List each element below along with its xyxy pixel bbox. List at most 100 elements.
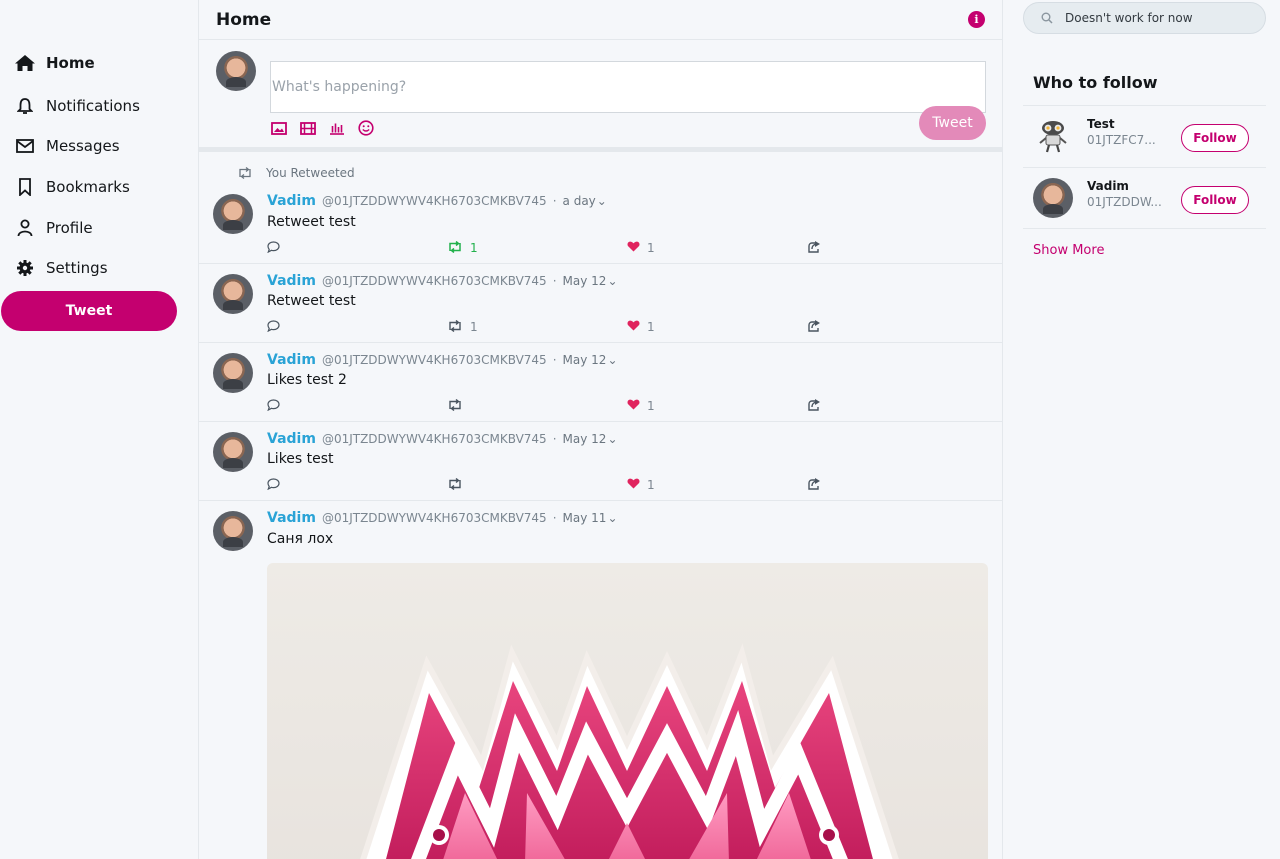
sidebar-item-home[interactable]: Home	[14, 51, 95, 75]
tweet-header: Vadim @01JTZDDWYWV4KH6703CMKBV745 · May …	[267, 431, 618, 447]
envelope-icon	[14, 139, 36, 153]
who-to-follow-list: Test 01JTZFC7... Follow Vadim 01JTZDDW..…	[1023, 105, 1266, 258]
bookmark-icon	[14, 178, 36, 196]
main-column: Home i Tweet You Retweeted Vadim @01JTZD…	[198, 0, 1003, 859]
heart-icon	[627, 320, 640, 334]
sidebar-tweet-button[interactable]: Tweet	[1, 291, 177, 331]
comment-icon	[267, 477, 280, 493]
tweet-item[interactable]: Vadim @01JTZDDWYWV4KH6703CMKBV745 · May …	[199, 264, 1002, 343]
robot-avatar[interactable]	[1033, 116, 1073, 156]
page-title: Home	[216, 9, 272, 30]
tweet-author[interactable]: Vadim	[267, 352, 316, 368]
emoji-icon[interactable]	[357, 120, 374, 136]
chevron-down-icon[interactable]: ⌄	[607, 432, 617, 446]
retweet-button[interactable]	[447, 477, 463, 493]
compose-tweet-button[interactable]: Tweet	[919, 106, 986, 140]
tweet-header: Vadim @01JTZDDWYWV4KH6703CMKBV745 · May …	[267, 510, 618, 526]
comment-icon	[267, 240, 280, 256]
avatar[interactable]	[213, 194, 253, 234]
info-icon[interactable]: i	[968, 11, 985, 28]
retweet-button[interactable]: 1	[447, 319, 478, 335]
follow-handle: 01JTZDDW...	[1087, 195, 1162, 209]
sidebar-item-notifications[interactable]: Notifications	[14, 94, 140, 118]
search-input[interactable]	[1065, 11, 1245, 25]
follow-button[interactable]: Follow	[1181, 124, 1249, 152]
tweet-author[interactable]: Vadim	[267, 510, 316, 526]
home-icon	[14, 54, 36, 72]
like-button[interactable]: 1	[627, 241, 655, 255]
reply-button[interactable]	[267, 398, 280, 414]
tweet-handle: @01JTZDDWYWV4KH6703CMKBV745	[321, 432, 547, 446]
tweet-text: Retweet test	[267, 293, 356, 309]
reply-button[interactable]	[267, 240, 280, 256]
tweet-text: Likes test	[267, 451, 334, 467]
right-sidebar: Who to follow Test 01JTZFC7... Follow Va…	[1003, 0, 1280, 859]
like-button[interactable]: 1	[627, 320, 655, 334]
avatar[interactable]	[213, 432, 253, 472]
share-button[interactable]	[807, 477, 821, 493]
share-icon	[807, 398, 821, 414]
tweet-handle: @01JTZDDWYWV4KH6703CMKBV745	[321, 194, 547, 208]
like-button[interactable]: 1	[627, 478, 655, 492]
follow-button[interactable]: Follow	[1181, 186, 1249, 214]
follow-suggestion: Test 01JTZFC7... Follow	[1023, 105, 1266, 167]
retweet-icon	[239, 167, 251, 179]
show-more-link[interactable]: Show More	[1033, 243, 1104, 258]
like-button[interactable]: 1	[627, 399, 655, 413]
sidebar-item-profile[interactable]: Profile	[14, 216, 93, 240]
crown-logo-image	[360, 643, 899, 859]
chevron-down-icon[interactable]: ⌄	[607, 274, 617, 288]
tweet-handle: @01JTZDDWYWV4KH6703CMKBV745	[321, 274, 547, 288]
poll-icon[interactable]	[328, 120, 345, 136]
image-icon[interactable]	[270, 120, 287, 136]
avatar	[216, 51, 256, 91]
tweet-time: May 12	[562, 432, 607, 446]
sidebar-item-bookmarks[interactable]: Bookmarks	[14, 175, 130, 199]
comment-icon	[267, 398, 280, 414]
reply-button[interactable]	[267, 319, 280, 335]
retweet-button[interactable]	[447, 398, 463, 414]
tweet-handle: @01JTZDDWYWV4KH6703CMKBV745	[321, 511, 547, 525]
follow-handle: 01JTZFC7...	[1087, 133, 1156, 147]
chevron-down-icon[interactable]: ⌄	[607, 511, 617, 525]
gear-icon	[14, 259, 36, 277]
heart-icon	[627, 399, 640, 413]
tweet-header: Vadim @01JTZDDWYWV4KH6703CMKBV745 · May …	[267, 352, 618, 368]
chevron-down-icon[interactable]: ⌄	[597, 194, 607, 208]
follow-name[interactable]: Vadim	[1087, 179, 1129, 193]
sidebar-item-settings[interactable]: Settings	[14, 256, 108, 280]
tweet-author[interactable]: Vadim	[267, 193, 316, 209]
share-button[interactable]	[807, 240, 821, 256]
tweet-item[interactable]: Vadim @01JTZDDWYWV4KH6703CMKBV745 · May …	[199, 501, 1002, 859]
retweet-icon	[447, 319, 463, 335]
bell-icon	[14, 97, 36, 115]
retweet-icon	[447, 398, 463, 414]
retweet-icon	[447, 240, 463, 256]
chevron-down-icon[interactable]: ⌄	[607, 353, 617, 367]
avatar[interactable]	[213, 511, 253, 551]
share-button[interactable]	[807, 398, 821, 414]
tweet-text: Саня лох	[267, 531, 334, 547]
tweet-text: Retweet test	[267, 214, 356, 230]
avatar[interactable]	[213, 353, 253, 393]
sidebar-item-label: Notifications	[46, 97, 140, 115]
retweet-button[interactable]: 1	[447, 240, 478, 256]
share-icon	[807, 477, 821, 493]
tweet-image[interactable]	[267, 563, 988, 859]
tweet-item[interactable]: Vadim @01JTZDDWYWV4KH6703CMKBV745 · May …	[199, 343, 1002, 422]
tweet-item[interactable]: Vadim @01JTZDDWYWV4KH6703CMKBV745 · May …	[199, 422, 1002, 501]
tweet-time: a day	[562, 194, 596, 208]
tweet-author[interactable]: Vadim	[267, 273, 316, 289]
video-icon[interactable]	[299, 120, 316, 136]
reply-button[interactable]	[267, 477, 280, 493]
avatar[interactable]	[1033, 178, 1073, 218]
search-box[interactable]	[1023, 2, 1266, 34]
compose-toolbar	[270, 120, 374, 136]
follow-name[interactable]: Test	[1087, 117, 1115, 131]
sidebar-item-messages[interactable]: Messages	[14, 134, 120, 158]
tweet-item[interactable]: You Retweeted Vadim @01JTZDDWYWV4KH6703C…	[199, 152, 1002, 264]
tweet-author[interactable]: Vadim	[267, 431, 316, 447]
avatar[interactable]	[213, 274, 253, 314]
share-button[interactable]	[807, 319, 821, 335]
compose-input[interactable]	[270, 61, 986, 113]
